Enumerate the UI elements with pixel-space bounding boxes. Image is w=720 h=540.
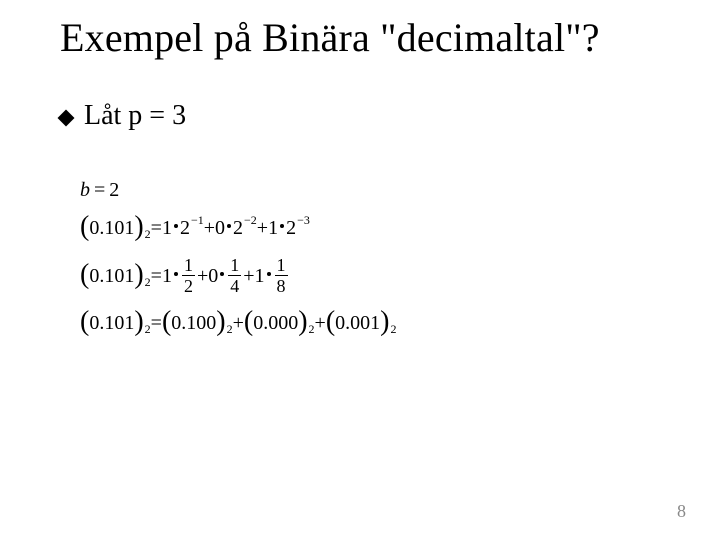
lparen: ( [326, 308, 335, 336]
bullet-text: Låt p = 3 [84, 100, 186, 132]
base: 2 [233, 218, 243, 238]
rparen: ) [134, 213, 143, 241]
equals: = [151, 266, 162, 286]
math-line-1: b = 2 [80, 180, 396, 200]
coef: 0 [208, 266, 218, 286]
mantissa: 0.001 [335, 313, 380, 333]
val-2: 2 [109, 180, 119, 200]
numerator: 1 [182, 256, 195, 274]
diamond-bullet-icon [58, 110, 75, 127]
math-line-4: ( 0.101 ) 2 = ( 0.100 ) 2 + ( 0.000 ) 2 … [80, 309, 396, 337]
plus: + [243, 266, 254, 286]
lparen: ( [80, 308, 89, 336]
denominator: 8 [275, 277, 288, 295]
exp: −3 [297, 214, 310, 226]
cdot-icon [174, 272, 178, 276]
plus: + [204, 218, 215, 238]
denominator: 2 [182, 277, 195, 295]
base-sub: 2 [145, 228, 151, 240]
equals: = [151, 313, 162, 333]
lparen: ( [80, 213, 89, 241]
math-line-3: ( 0.101 ) 2 = 1 1 2 + 0 1 4 + 1 [80, 256, 396, 295]
math-block: b = 2 ( 0.101 ) 2 = 1 2 −1 + 0 2 −2 + 1 … [80, 180, 396, 337]
plus: + [315, 313, 326, 333]
cdot-icon [174, 224, 178, 228]
slide-body: Låt p = 3 [60, 100, 660, 132]
plus: + [257, 218, 268, 238]
cdot-icon [220, 272, 224, 276]
fraction: 1 4 [228, 256, 241, 295]
bullet-item: Låt p = 3 [60, 100, 660, 132]
slide: Exempel på Binära "decimaltal"? Låt p = … [0, 0, 720, 540]
coef: 0 [215, 218, 225, 238]
base-sub: 2 [309, 323, 315, 335]
mantissa: 0.000 [253, 313, 298, 333]
base: 2 [180, 218, 190, 238]
numerator: 1 [275, 256, 288, 274]
rparen: ) [380, 308, 389, 336]
base-sub: 2 [227, 323, 233, 335]
cdot-icon [227, 224, 231, 228]
base-sub: 2 [145, 323, 151, 335]
coef: 1 [162, 266, 172, 286]
fraction: 1 2 [182, 256, 195, 295]
lparen: ( [244, 308, 253, 336]
numerator: 1 [228, 256, 241, 274]
coef: 1 [162, 218, 172, 238]
mantissa: 0.101 [89, 218, 134, 238]
exp: −2 [244, 214, 257, 226]
base: 2 [286, 218, 296, 238]
equals: = [151, 218, 162, 238]
plus: + [197, 266, 208, 286]
rparen: ) [134, 308, 143, 336]
mantissa: 0.100 [171, 313, 216, 333]
var-b: b [80, 180, 90, 200]
fraction: 1 8 [275, 256, 288, 295]
rparen: ) [298, 308, 307, 336]
coef: 1 [268, 218, 278, 238]
equals: = [94, 180, 105, 200]
lparen: ( [80, 261, 89, 289]
page-number: 8 [677, 501, 686, 522]
slide-title: Exempel på Binära "decimaltal"? [60, 14, 680, 61]
mantissa: 0.101 [89, 313, 134, 333]
cdot-icon [280, 224, 284, 228]
base-sub: 2 [145, 276, 151, 288]
plus: + [233, 313, 244, 333]
coef: 1 [255, 266, 265, 286]
exp: −1 [191, 214, 204, 226]
math-line-2: ( 0.101 ) 2 = 1 2 −1 + 0 2 −2 + 1 2 −3 [80, 214, 396, 242]
cdot-icon [267, 272, 271, 276]
rparen: ) [216, 308, 225, 336]
mantissa: 0.101 [89, 266, 134, 286]
rparen: ) [134, 261, 143, 289]
denominator: 4 [228, 277, 241, 295]
lparen: ( [162, 308, 171, 336]
base-sub: 2 [390, 323, 396, 335]
